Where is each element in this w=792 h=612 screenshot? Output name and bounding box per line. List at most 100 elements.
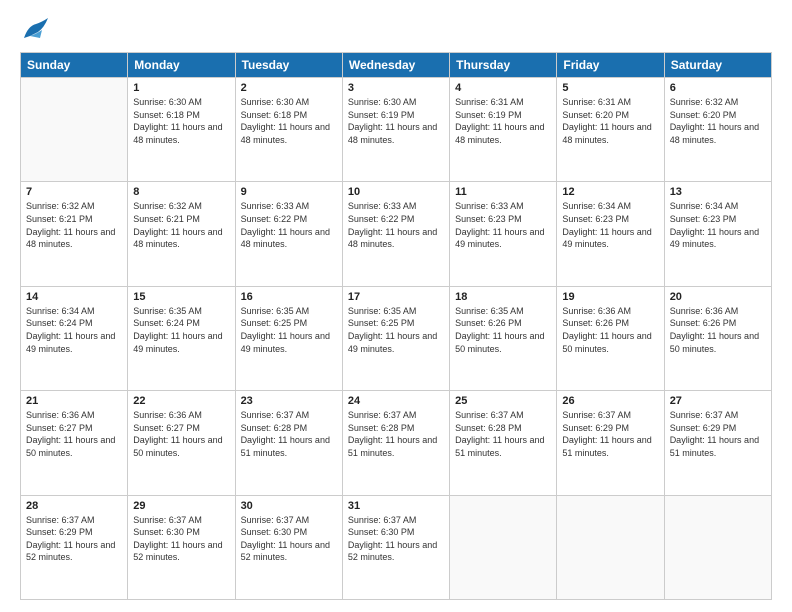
day-number: 6 — [670, 82, 766, 94]
day-cell: 11 Sunrise: 6:33 AM Sunset: 6:23 PM Dayli… — [450, 182, 557, 286]
day-cell: 9 Sunrise: 6:33 AM Sunset: 6:22 PM Daylig… — [235, 182, 342, 286]
day-number: 30 — [241, 500, 337, 512]
cell-info: Sunrise: 6:32 AM Sunset: 6:20 PM Dayligh… — [670, 96, 766, 146]
header-row: SundayMondayTuesdayWednesdayThursdayFrid… — [21, 53, 772, 78]
cell-info: Sunrise: 6:30 AM Sunset: 6:18 PM Dayligh… — [133, 96, 229, 146]
day-number: 21 — [26, 395, 122, 407]
header-friday: Friday — [557, 53, 664, 78]
page: SundayMondayTuesdayWednesdayThursdayFrid… — [0, 0, 792, 612]
day-cell: 12 Sunrise: 6:34 AM Sunset: 6:23 PM Dayli… — [557, 182, 664, 286]
day-number: 17 — [348, 291, 444, 303]
cell-info: Sunrise: 6:37 AM Sunset: 6:28 PM Dayligh… — [348, 409, 444, 459]
day-cell: 5 Sunrise: 6:31 AM Sunset: 6:20 PM Daylig… — [557, 78, 664, 182]
cell-info: Sunrise: 6:31 AM Sunset: 6:20 PM Dayligh… — [562, 96, 658, 146]
day-cell: 31Sunrise: 6:37 AM Sunset: 6:30 PM Dayli… — [342, 495, 449, 599]
cell-info: Sunrise: 6:37 AM Sunset: 6:30 PM Dayligh… — [241, 514, 337, 564]
header-sunday: Sunday — [21, 53, 128, 78]
day-cell: 8 Sunrise: 6:32 AM Sunset: 6:21 PM Daylig… — [128, 182, 235, 286]
cell-info: Sunrise: 6:37 AM Sunset: 6:29 PM Dayligh… — [26, 514, 122, 564]
week-row-1: 7 Sunrise: 6:32 AM Sunset: 6:21 PM Daylig… — [21, 182, 772, 286]
day-number: 16 — [241, 291, 337, 303]
day-number: 19 — [562, 291, 658, 303]
day-cell: 29Sunrise: 6:37 AM Sunset: 6:30 PM Dayli… — [128, 495, 235, 599]
week-row-3: 21 Sunrise: 6:36 AM Sunset: 6:27 PM Dayli… — [21, 391, 772, 495]
day-cell: 24Sunrise: 6:37 AM Sunset: 6:28 PM Dayli… — [342, 391, 449, 495]
logo — [20, 16, 56, 44]
day-cell: 30 Sunrise: 6:37 AM Sunset: 6:30 PM Dayli… — [235, 495, 342, 599]
cell-info: Sunrise: 6:37 AM Sunset: 6:30 PM Dayligh… — [133, 514, 229, 564]
day-cell: 14 Sunrise: 6:34 AM Sunset: 6:24 PM Dayli… — [21, 286, 128, 390]
header-monday: Monday — [128, 53, 235, 78]
header-thursday: Thursday — [450, 53, 557, 78]
calendar-table: SundayMondayTuesdayWednesdayThursdayFrid… — [20, 52, 772, 600]
day-cell: 19Sunrise: 6:36 AM Sunset: 6:26 PM Dayli… — [557, 286, 664, 390]
day-number: 8 — [133, 186, 229, 198]
day-cell: 13 Sunrise: 6:34 AM Sunset: 6:23 PM Dayli… — [664, 182, 771, 286]
cell-info: Sunrise: 6:36 AM Sunset: 6:27 PM Dayligh… — [133, 409, 229, 459]
cell-info: Sunrise: 6:36 AM Sunset: 6:26 PM Dayligh… — [670, 305, 766, 355]
day-cell: 16Sunrise: 6:35 AM Sunset: 6:25 PM Dayli… — [235, 286, 342, 390]
cell-info: Sunrise: 6:37 AM Sunset: 6:30 PM Dayligh… — [348, 514, 444, 564]
cell-info: Sunrise: 6:33 AM Sunset: 6:23 PM Dayligh… — [455, 200, 551, 250]
day-number: 15 — [133, 291, 229, 303]
day-cell: 17 Sunrise: 6:35 AM Sunset: 6:25 PM Dayli… — [342, 286, 449, 390]
day-number: 28 — [26, 500, 122, 512]
cell-info: Sunrise: 6:32 AM Sunset: 6:21 PM Dayligh… — [133, 200, 229, 250]
day-cell: 20 Sunrise: 6:36 AM Sunset: 6:26 PM Dayli… — [664, 286, 771, 390]
day-cell: 4 Sunrise: 6:31 AM Sunset: 6:19 PM Daylig… — [450, 78, 557, 182]
week-row-4: 28 Sunrise: 6:37 AM Sunset: 6:29 PM Dayli… — [21, 495, 772, 599]
cell-info: Sunrise: 6:34 AM Sunset: 6:23 PM Dayligh… — [670, 200, 766, 250]
day-number: 2 — [241, 82, 337, 94]
day-cell: 2 Sunrise: 6:30 AM Sunset: 6:18 PM Daylig… — [235, 78, 342, 182]
day-number: 5 — [562, 82, 658, 94]
cell-info: Sunrise: 6:34 AM Sunset: 6:23 PM Dayligh… — [562, 200, 658, 250]
day-cell: 10Sunrise: 6:33 AM Sunset: 6:22 PM Dayli… — [342, 182, 449, 286]
day-number: 7 — [26, 186, 122, 198]
day-cell: 27Sunrise: 6:37 AM Sunset: 6:29 PM Dayli… — [664, 391, 771, 495]
day-cell: 18 Sunrise: 6:35 AM Sunset: 6:26 PM Dayli… — [450, 286, 557, 390]
day-number: 13 — [670, 186, 766, 198]
week-row-0: 1 Sunrise: 6:30 AM Sunset: 6:18 PM Daylig… — [21, 78, 772, 182]
cell-info: Sunrise: 6:31 AM Sunset: 6:19 PM Dayligh… — [455, 96, 551, 146]
day-cell: 28 Sunrise: 6:37 AM Sunset: 6:29 PM Dayli… — [21, 495, 128, 599]
day-cell: 21Sunrise: 6:36 AM Sunset: 6:27 PM Dayli… — [21, 391, 128, 495]
day-cell: 1 Sunrise: 6:30 AM Sunset: 6:18 PM Daylig… — [128, 78, 235, 182]
day-number: 26 — [562, 395, 658, 407]
cell-info: Sunrise: 6:35 AM Sunset: 6:25 PM Dayligh… — [348, 305, 444, 355]
cell-info: Sunrise: 6:33 AM Sunset: 6:22 PM Dayligh… — [348, 200, 444, 250]
day-cell: 23 Sunrise: 6:37 AM Sunset: 6:28 PM Dayli… — [235, 391, 342, 495]
header-tuesday: Tuesday — [235, 53, 342, 78]
cell-info: Sunrise: 6:37 AM Sunset: 6:29 PM Dayligh… — [562, 409, 658, 459]
day-number: 4 — [455, 82, 551, 94]
day-number: 1 — [133, 82, 229, 94]
day-cell: 3 Sunrise: 6:30 AM Sunset: 6:19 PM Daylig… — [342, 78, 449, 182]
week-row-2: 14 Sunrise: 6:34 AM Sunset: 6:24 PM Dayli… — [21, 286, 772, 390]
day-number: 20 — [670, 291, 766, 303]
cell-info: Sunrise: 6:30 AM Sunset: 6:19 PM Dayligh… — [348, 96, 444, 146]
day-cell — [450, 495, 557, 599]
day-number: 18 — [455, 291, 551, 303]
header-saturday: Saturday — [664, 53, 771, 78]
day-number: 25 — [455, 395, 551, 407]
day-number: 22 — [133, 395, 229, 407]
cell-info: Sunrise: 6:35 AM Sunset: 6:26 PM Dayligh… — [455, 305, 551, 355]
day-number: 9 — [241, 186, 337, 198]
header-wednesday: Wednesday — [342, 53, 449, 78]
day-number: 14 — [26, 291, 122, 303]
day-number: 11 — [455, 186, 551, 198]
day-number: 23 — [241, 395, 337, 407]
day-number: 12 — [562, 186, 658, 198]
day-cell — [21, 78, 128, 182]
day-cell: 25Sunrise: 6:37 AM Sunset: 6:28 PM Dayli… — [450, 391, 557, 495]
day-number: 27 — [670, 395, 766, 407]
cell-info: Sunrise: 6:30 AM Sunset: 6:18 PM Dayligh… — [241, 96, 337, 146]
cell-info: Sunrise: 6:35 AM Sunset: 6:24 PM Dayligh… — [133, 305, 229, 355]
day-cell — [557, 495, 664, 599]
cell-info: Sunrise: 6:37 AM Sunset: 6:28 PM Dayligh… — [241, 409, 337, 459]
day-number: 3 — [348, 82, 444, 94]
cell-info: Sunrise: 6:33 AM Sunset: 6:22 PM Dayligh… — [241, 200, 337, 250]
cell-info: Sunrise: 6:32 AM Sunset: 6:21 PM Dayligh… — [26, 200, 122, 250]
day-cell: 22 Sunrise: 6:36 AM Sunset: 6:27 PM Dayli… — [128, 391, 235, 495]
cell-info: Sunrise: 6:34 AM Sunset: 6:24 PM Dayligh… — [26, 305, 122, 355]
day-cell: 26 Sunrise: 6:37 AM Sunset: 6:29 PM Dayli… — [557, 391, 664, 495]
